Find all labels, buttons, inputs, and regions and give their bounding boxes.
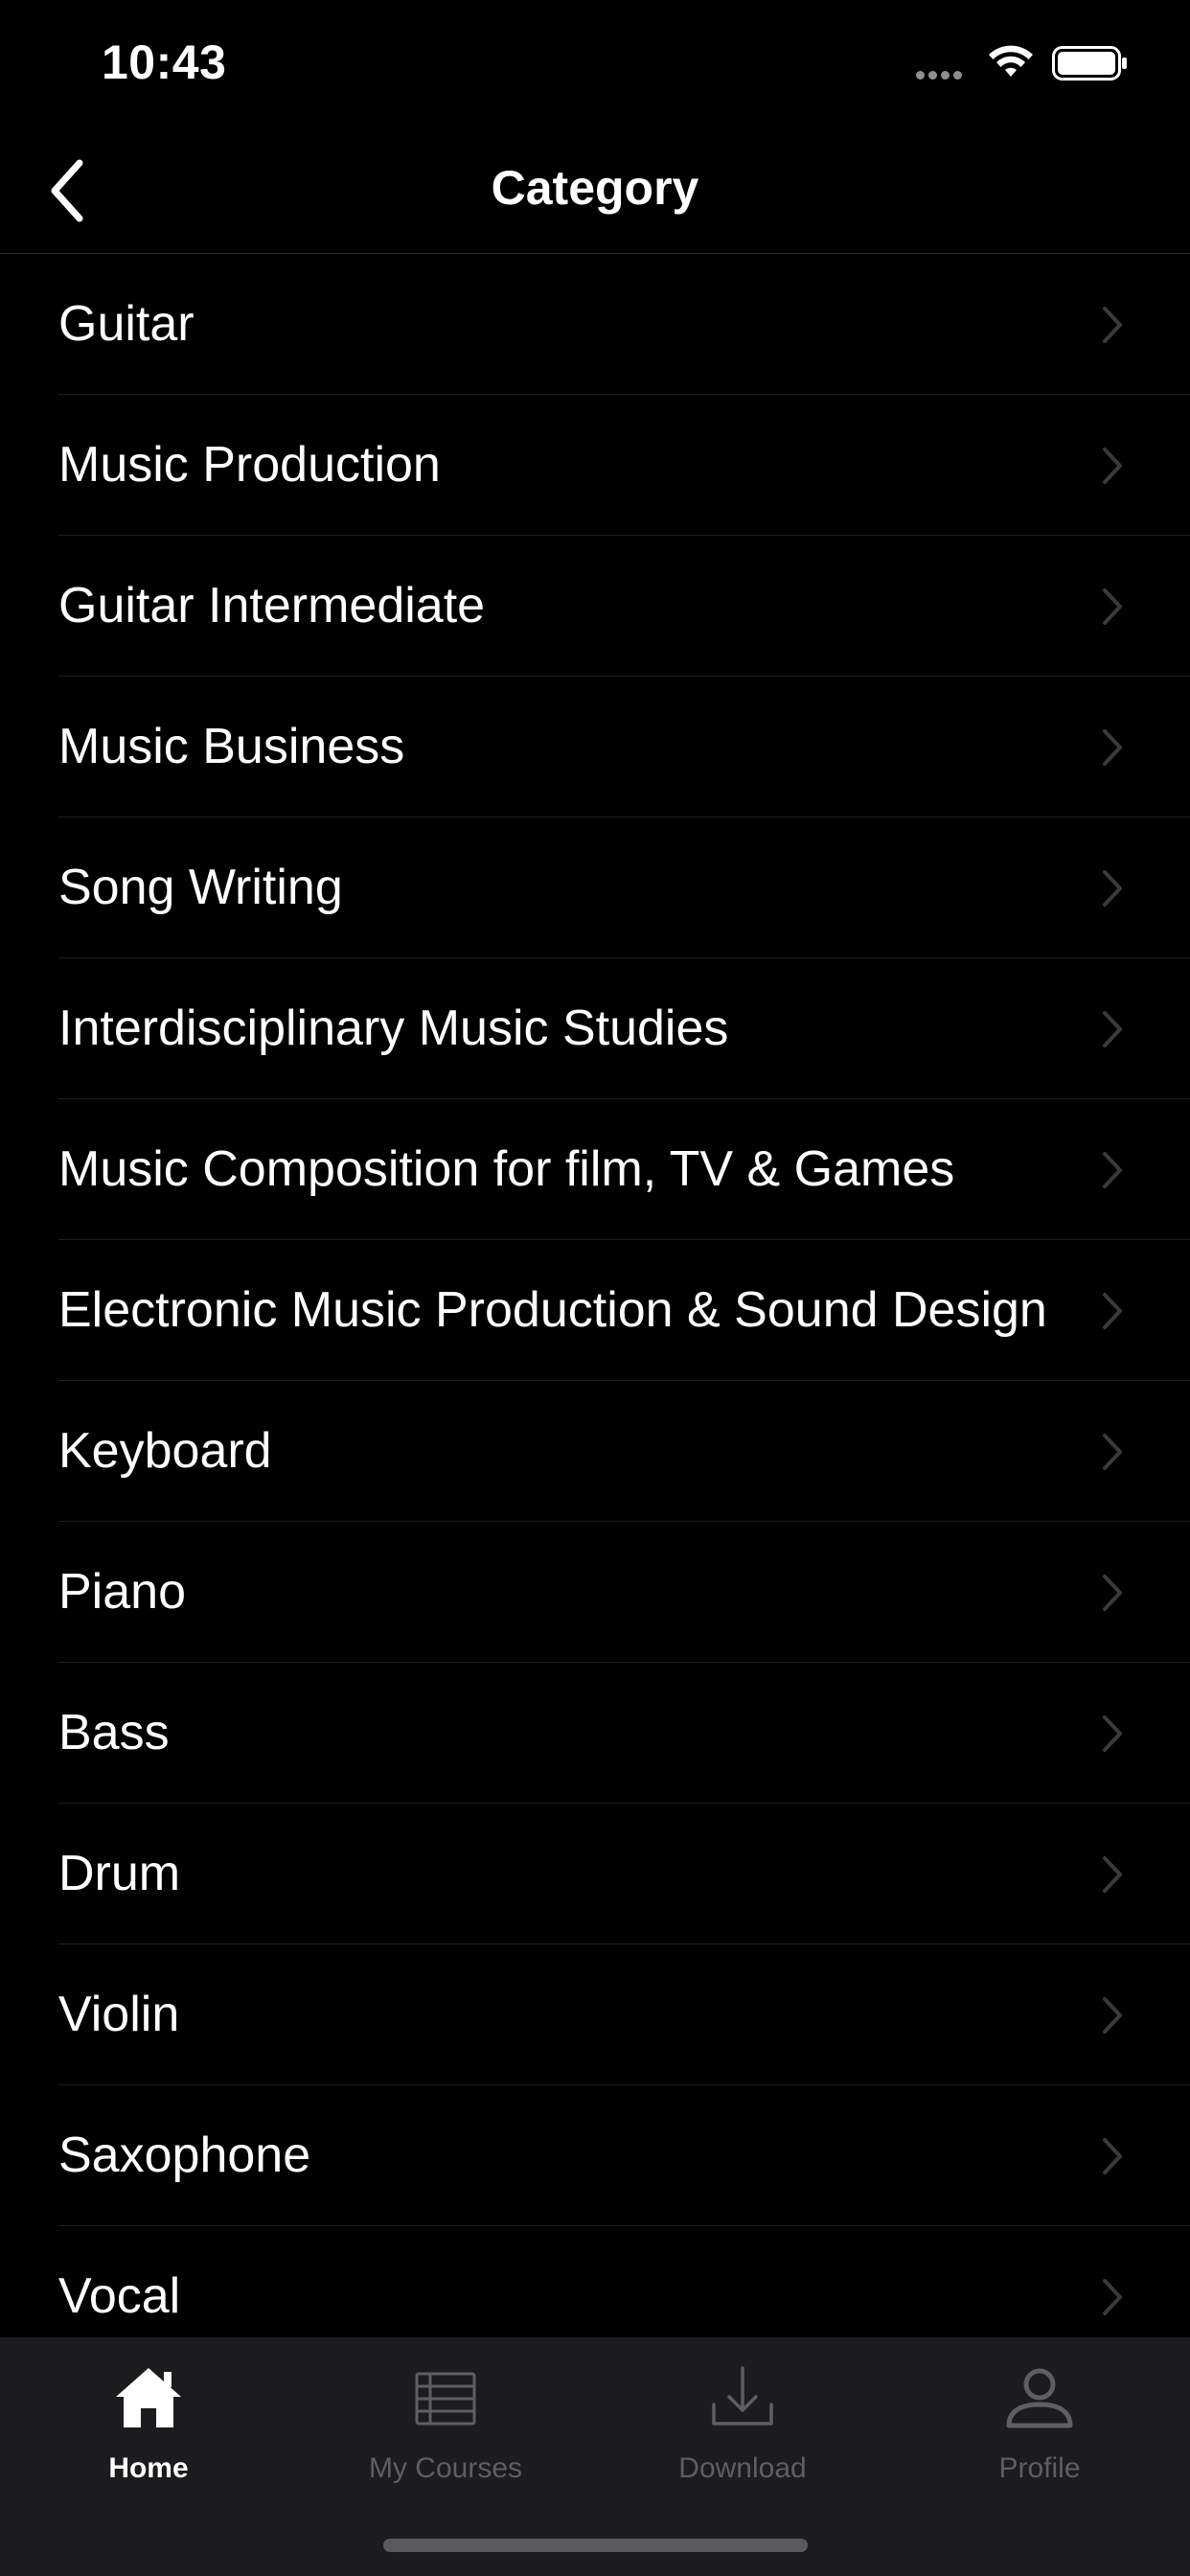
chevron-right-icon bbox=[1103, 448, 1122, 484]
chevron-right-icon bbox=[1103, 1293, 1122, 1329]
category-label: Drum bbox=[58, 1846, 181, 1901]
category-item-violin[interactable]: Violin bbox=[0, 1944, 1190, 2085]
category-item-song-writing[interactable]: Song Writing bbox=[0, 817, 1190, 958]
category-label: Music Business bbox=[58, 719, 405, 774]
chevron-right-icon bbox=[1103, 1575, 1122, 1611]
chevron-right-icon bbox=[1103, 307, 1122, 343]
category-item-drum[interactable]: Drum bbox=[0, 1804, 1190, 1944]
category-item-music-production[interactable]: Music Production bbox=[0, 395, 1190, 536]
page-title: Category bbox=[491, 161, 699, 215]
category-label: Song Writing bbox=[58, 860, 343, 915]
chevron-right-icon bbox=[1103, 588, 1122, 625]
category-item-guitar-intermediate[interactable]: Guitar Intermediate bbox=[0, 536, 1190, 677]
category-item-interdisciplinary-music-studies[interactable]: Interdisciplinary Music Studies bbox=[0, 958, 1190, 1099]
category-list: Guitar Music Production Guitar Intermedi… bbox=[0, 254, 1190, 2367]
status-time: 10:43 bbox=[102, 35, 227, 89]
category-label: Electronic Music Production & Sound Desi… bbox=[58, 1282, 1047, 1338]
status-bar: 10:43 bbox=[0, 0, 1190, 126]
category-item-music-composition[interactable]: Music Composition for film, TV & Games bbox=[0, 1099, 1190, 1240]
chevron-right-icon bbox=[1103, 2138, 1122, 2174]
category-label: Violin bbox=[58, 1987, 180, 2042]
category-label: Music Composition for film, TV & Games bbox=[58, 1141, 955, 1197]
category-item-bass[interactable]: Bass bbox=[0, 1663, 1190, 1804]
category-item-electronic-music-production[interactable]: Electronic Music Production & Sound Desi… bbox=[0, 1240, 1190, 1381]
category-label: Keyboard bbox=[58, 1423, 272, 1479]
chevron-right-icon bbox=[1103, 729, 1122, 766]
category-item-music-business[interactable]: Music Business bbox=[0, 677, 1190, 817]
chevron-right-icon bbox=[1103, 870, 1122, 907]
category-label: Saxophone bbox=[58, 2128, 311, 2183]
category-label: Guitar Intermediate bbox=[58, 578, 486, 633]
chevron-right-icon bbox=[1103, 1997, 1122, 2034]
category-label: Bass bbox=[58, 1705, 170, 1760]
home-icon bbox=[116, 2368, 181, 2427]
category-label: Interdisciplinary Music Studies bbox=[58, 1000, 729, 1056]
tab-my-courses-label: My Courses bbox=[368, 2452, 523, 2484]
category-item-guitar[interactable]: Guitar bbox=[0, 254, 1190, 395]
cellular-signal-icon bbox=[916, 71, 962, 80]
chevron-right-icon bbox=[1103, 1715, 1122, 1752]
list-icon bbox=[415, 2372, 476, 2426]
category-label: Piano bbox=[58, 1564, 186, 1620]
chevron-right-icon bbox=[1103, 1434, 1122, 1470]
tab-download-label: Download bbox=[678, 2452, 807, 2484]
tab-download[interactable]: Download bbox=[594, 2337, 891, 2500]
category-label: Music Production bbox=[58, 437, 441, 493]
navigation-bar: Category bbox=[0, 126, 1190, 254]
tab-home[interactable]: Home bbox=[0, 2337, 297, 2500]
category-item-saxophone[interactable]: Saxophone bbox=[0, 2085, 1190, 2226]
profile-icon bbox=[1006, 2368, 1073, 2428]
chevron-right-icon bbox=[1103, 1011, 1122, 1047]
category-item-piano[interactable]: Piano bbox=[0, 1522, 1190, 1663]
tab-profile-label: Profile bbox=[998, 2452, 1081, 2484]
category-label: Guitar bbox=[58, 296, 195, 352]
chevron-right-icon bbox=[1103, 2279, 1122, 2315]
chevron-right-icon bbox=[1103, 1152, 1122, 1188]
download-icon bbox=[712, 2366, 773, 2426]
home-indicator[interactable] bbox=[383, 2539, 808, 2552]
tab-my-courses[interactable]: My Courses bbox=[297, 2337, 594, 2500]
tab-home-label: Home bbox=[108, 2452, 189, 2484]
category-screen: 10:43 Category Guitar Music Production G… bbox=[0, 0, 1190, 2576]
chevron-right-icon bbox=[1103, 1856, 1122, 1893]
battery-icon bbox=[1052, 46, 1127, 80]
wifi-icon bbox=[989, 45, 1033, 77]
tab-profile[interactable]: Profile bbox=[891, 2337, 1188, 2500]
category-item-keyboard[interactable]: Keyboard bbox=[0, 1381, 1190, 1522]
